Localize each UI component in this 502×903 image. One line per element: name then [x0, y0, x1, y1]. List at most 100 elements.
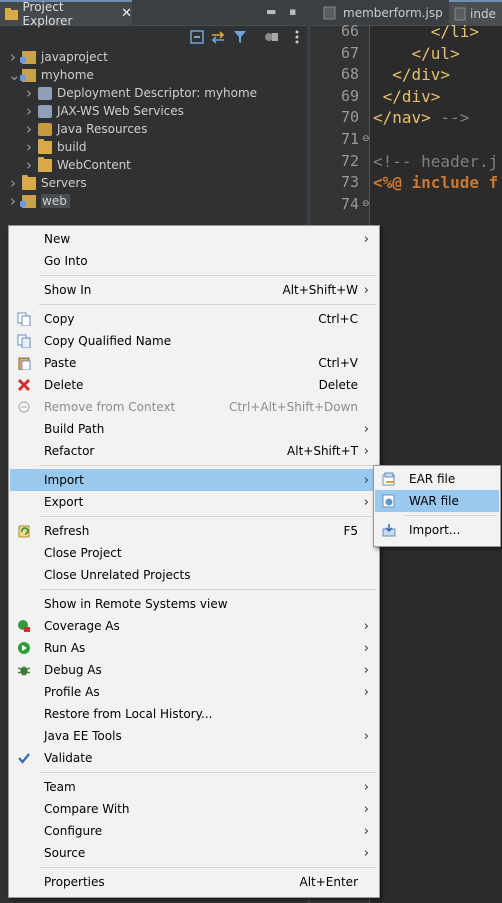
menu-item-label: Configure — [44, 824, 103, 838]
code-line: </div> — [392, 65, 451, 85]
tree-item-build[interactable]: › build — [0, 138, 307, 156]
submenu-item-label: WAR file — [409, 494, 459, 508]
menu-item-refactor[interactable]: Refactor Alt+Shift+T › — [10, 440, 378, 462]
menu-item-show-in-remote-systems-view[interactable]: Show in Remote Systems view — [10, 593, 378, 615]
maximize-icon[interactable]: ▪ — [289, 5, 296, 18]
menu-item-close-project[interactable]: Close Project — [10, 542, 378, 564]
menu-item-copy-qualified-name[interactable]: Copy Qualified Name — [10, 330, 378, 352]
code-line: <!-- header.j — [373, 151, 499, 171]
submenu-item-import[interactable]: Import... — [375, 519, 499, 541]
menu-item-remove-from-context: Remove from Context Ctrl+Alt+Shift+Down — [10, 396, 378, 418]
menu-item-coverage-as[interactable]: Coverage As › — [10, 615, 378, 637]
menu-separator — [404, 515, 496, 516]
project-explorer-toolbar — [0, 26, 307, 48]
chevron-down-icon[interactable]: ⌄ — [8, 68, 21, 83]
menu-item-copy[interactable]: Copy Ctrl+C — [10, 308, 378, 330]
code-line: </nav> --> — [373, 108, 470, 128]
tree-item-label: JAX-WS Web Services — [57, 104, 184, 118]
menu-item-compare-with[interactable]: Compare With › — [10, 798, 378, 820]
tree-item-servers[interactable]: › Servers — [0, 174, 307, 192]
menu-item-profile-as[interactable]: Profile As › — [10, 681, 378, 703]
tree-item-label: build — [57, 140, 87, 154]
submenu-arrow-icon: › — [363, 801, 369, 817]
submenu-arrow-icon: › — [363, 845, 369, 861]
submenu-arrow-icon: › — [363, 443, 369, 459]
tree-item-deployment-descriptor-myhome[interactable]: › Deployment Descriptor: myhome — [0, 84, 307, 102]
menu-item-export[interactable]: Export › — [10, 491, 378, 513]
menu-item-label: Java EE Tools — [44, 729, 122, 743]
tree-item-myhome[interactable]: ⌄ myhome — [0, 66, 307, 84]
menu-item-shortcut: F5 — [343, 524, 358, 538]
link-with-editor-icon[interactable] — [211, 30, 225, 44]
tree-item-jax-ws-web-services[interactable]: › JAX-WS Web Services — [0, 102, 307, 120]
close-icon[interactable]: ✕ — [121, 6, 132, 21]
line-number: 72 — [340, 151, 359, 170]
coverage-icon — [18, 620, 30, 632]
jsp-file-icon — [323, 6, 336, 19]
menu-item-delete[interactable]: Delete Delete — [10, 374, 378, 396]
menu-item-paste[interactable]: Paste Ctrl+V — [10, 352, 378, 374]
line-number: 69 — [340, 86, 359, 105]
menu-item-configure[interactable]: Configure › — [10, 820, 378, 842]
menu-separator — [39, 304, 376, 305]
context-menu: New › Go Into Show In Alt+Shift+W › Copy Ctrl+C… — [8, 225, 380, 898]
project-explorer-tabbar: Project Explorer ✕ ▬ ▪ — [0, 0, 307, 28]
chevron-right-icon[interactable]: › — [24, 158, 34, 173]
menu-item-go-into[interactable]: Go Into — [10, 250, 378, 272]
chevron-right-icon[interactable]: › — [8, 50, 18, 65]
project-explorer-icon — [5, 8, 18, 20]
chevron-right-icon[interactable]: › — [8, 194, 18, 209]
menu-item-java-ee-tools[interactable]: Java EE Tools › — [10, 725, 378, 747]
chevron-right-icon[interactable]: › — [24, 104, 34, 119]
submenu-item-war-file[interactable]: WAR file — [375, 490, 499, 512]
menu-item-shortcut: Ctrl+V — [318, 356, 358, 370]
menu-item-label: Debug As — [44, 663, 102, 677]
chevron-right-icon[interactable]: › — [24, 86, 34, 101]
refresh-icon — [18, 525, 30, 538]
menu-item-validate[interactable]: Validate — [10, 747, 378, 769]
chevron-right-icon[interactable]: › — [24, 140, 34, 155]
filter-icon[interactable] — [233, 30, 247, 44]
menu-item-label: Close Unrelated Projects — [44, 568, 191, 582]
menu-item-restore-from-local-history[interactable]: Restore from Local History... — [10, 703, 378, 725]
menu-item-refresh[interactable]: Refresh F5 — [10, 520, 378, 542]
menu-item-close-unrelated-projects[interactable]: Close Unrelated Projects — [10, 564, 378, 586]
menu-item-show-in[interactable]: Show In Alt+Shift+W › — [10, 279, 378, 301]
focus-task-icon[interactable] — [264, 30, 278, 44]
menu-item-build-path[interactable]: Build Path › — [10, 418, 378, 440]
menu-item-source[interactable]: Source › — [10, 842, 378, 864]
submenu-arrow-icon: › — [363, 640, 369, 656]
menu-item-team[interactable]: Team › — [10, 776, 378, 798]
tab-project-explorer[interactable]: Project Explorer ✕ — [0, 0, 132, 28]
check-icon — [18, 753, 30, 764]
tree-item-web[interactable]: › web — [0, 192, 307, 210]
collapse-all-icon[interactable] — [190, 30, 204, 44]
menu-item-properties[interactable]: Properties Alt+Enter — [10, 871, 378, 893]
fold-icon[interactable]: ⊖ — [362, 134, 370, 144]
tree-item-webcontent[interactable]: › WebContent — [0, 156, 307, 174]
menu-item-label: Coverage As — [44, 619, 120, 633]
menu-item-new[interactable]: New › — [10, 228, 378, 250]
menu-item-import[interactable]: Import › — [10, 469, 378, 491]
chevron-right-icon[interactable]: › — [8, 176, 18, 191]
war-file-icon — [382, 494, 395, 508]
view-menu-icon[interactable] — [290, 30, 304, 44]
menu-item-run-as[interactable]: Run As › — [10, 637, 378, 659]
menu-item-shortcut: Alt+Shift+T — [287, 444, 358, 458]
menu-item-label: Source — [44, 846, 86, 860]
folder-icon — [38, 138, 52, 154]
menu-item-debug-as[interactable]: Debug As › — [10, 659, 378, 681]
menu-item-shortcut: Delete — [318, 378, 358, 392]
fold-icon[interactable]: ⊖ — [362, 199, 370, 209]
menu-item-label: Refresh — [44, 524, 90, 538]
minimize-icon[interactable]: ▬ — [266, 5, 276, 18]
code-line: </div> — [382, 86, 441, 106]
submenu-arrow-icon: › — [363, 823, 369, 839]
tree-item-javaproject[interactable]: › javaproject — [0, 48, 307, 66]
chevron-right-icon[interactable]: › — [24, 122, 34, 137]
submenu-arrow-icon: › — [363, 684, 369, 700]
submenu-arrow-icon: › — [363, 472, 369, 488]
remove-context-icon — [18, 401, 30, 413]
tree-item-java-resources[interactable]: › Java Resources — [0, 120, 307, 138]
submenu-item-ear-file[interactable]: EAR file — [375, 468, 499, 490]
